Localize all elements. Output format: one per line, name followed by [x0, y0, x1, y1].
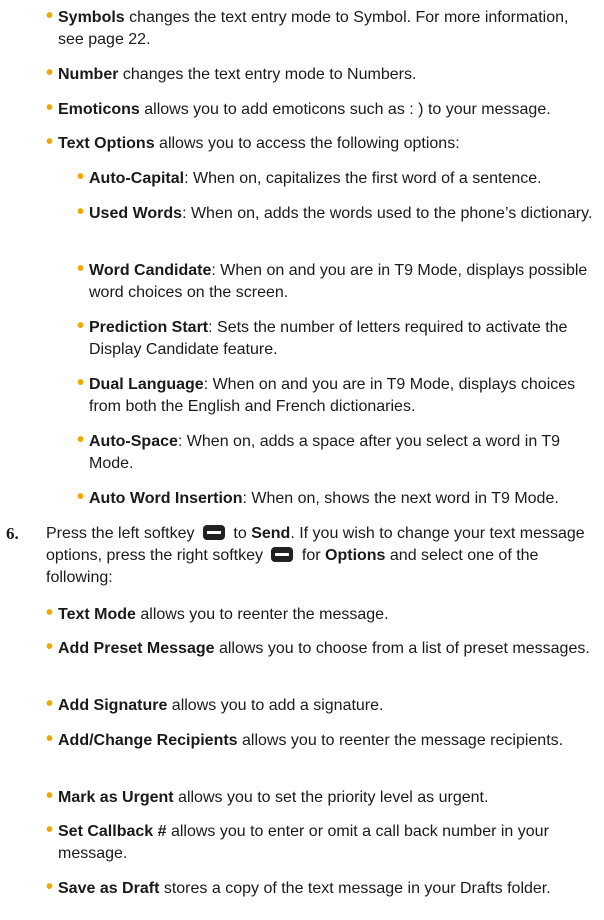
options-label: Options [325, 547, 386, 564]
term: Save as Draft [58, 880, 160, 897]
term: Emoticons [58, 101, 140, 118]
bullet-text-options: Text Options allows you to access the fo… [46, 131, 598, 155]
term: Number [58, 66, 119, 83]
right-softkey-icon [271, 547, 294, 562]
term: Used Words [89, 205, 183, 222]
term: Auto Word Insertion [89, 490, 243, 507]
term: Text Options [58, 135, 155, 152]
step-text: to [228, 525, 252, 542]
bullet-number: Number changes the text entry mode to Nu… [46, 62, 598, 86]
term: Dual Language [89, 376, 204, 393]
bullet-symbols: Symbols changes the text entry mode to S… [46, 5, 598, 51]
bullet-add-signature: Add Signature allows you to add a signat… [46, 693, 598, 717]
step-text: Press the left softkey [46, 525, 195, 542]
manual-page: Symbols changes the text entry mode to S… [0, 0, 604, 920]
bullet-emoticons: Emoticons allows you to add emoticons su… [46, 97, 598, 121]
desc: allows you to access the following optio… [154, 135, 460, 152]
desc: allows you to set the priority level as … [173, 789, 489, 806]
left-softkey-icon [202, 525, 225, 540]
bullet-prediction-start: Prediction Start: Sets the number of let… [77, 315, 599, 361]
term: Prediction Start [89, 319, 209, 336]
bullet-add-preset-message: Add Preset Message allows you to choose … [46, 636, 598, 660]
step-text: for [297, 547, 326, 564]
step-6-text: Press the left softkey to Send. If you w… [46, 523, 598, 589]
term: Mark as Urgent [58, 789, 174, 806]
desc: changes the text entry mode to Numbers. [118, 66, 417, 83]
bullet-set-callback: Set Callback # allows you to enter or om… [46, 819, 598, 865]
step-number: 6. [6, 524, 19, 543]
term: Add/Change Recipients [58, 732, 238, 749]
term: Add Signature [58, 697, 168, 714]
desc: stores a copy of the text message in you… [159, 880, 551, 897]
desc: : When on, capitalizes the first word of… [184, 170, 542, 187]
desc: allows you to reenter the message. [135, 606, 389, 623]
send-label: Send [251, 525, 291, 542]
desc: changes the text entry mode to Symbol. F… [58, 9, 569, 48]
desc: allows you to reenter the message recipi… [237, 732, 564, 749]
desc: allows you to choose from a list of pres… [214, 640, 590, 657]
bullet-used-words: Used Words: When on, adds the words used… [77, 201, 599, 225]
term: Set Callback # [58, 823, 167, 840]
bullet-auto-space: Auto-Space: When on, adds a space after … [77, 429, 599, 475]
desc: : When on, adds the words used to the ph… [182, 205, 593, 222]
term: Symbols [58, 9, 125, 26]
term: Auto-Space [89, 433, 178, 450]
bullet-mark-as-urgent: Mark as Urgent allows you to set the pri… [46, 785, 598, 809]
desc: allows you to add emoticons such as : ) … [139, 101, 551, 118]
desc: allows you to add a signature. [167, 697, 384, 714]
bullet-add-change-recipients: Add/Change Recipients allows you to reen… [46, 728, 598, 752]
term: Add Preset Message [58, 640, 215, 657]
bullet-auto-word-insertion: Auto Word Insertion: When on, shows the … [77, 486, 599, 510]
term: Word Candidate [89, 262, 212, 279]
bullet-save-as-draft: Save as Draft stores a copy of the text … [46, 876, 598, 900]
term: Auto-Capital [89, 170, 185, 187]
bullet-dual-language: Dual Language: When on and you are in T9… [77, 372, 599, 418]
bullet-text-mode: Text Mode allows you to reenter the mess… [46, 602, 598, 626]
bullet-auto-capital: Auto-Capital: When on, capitalizes the f… [77, 166, 599, 190]
desc: : When on, shows the next word in T9 Mod… [242, 490, 559, 507]
bullet-word-candidate: Word Candidate: When on and you are in T… [77, 258, 599, 304]
term: Text Mode [58, 606, 136, 623]
